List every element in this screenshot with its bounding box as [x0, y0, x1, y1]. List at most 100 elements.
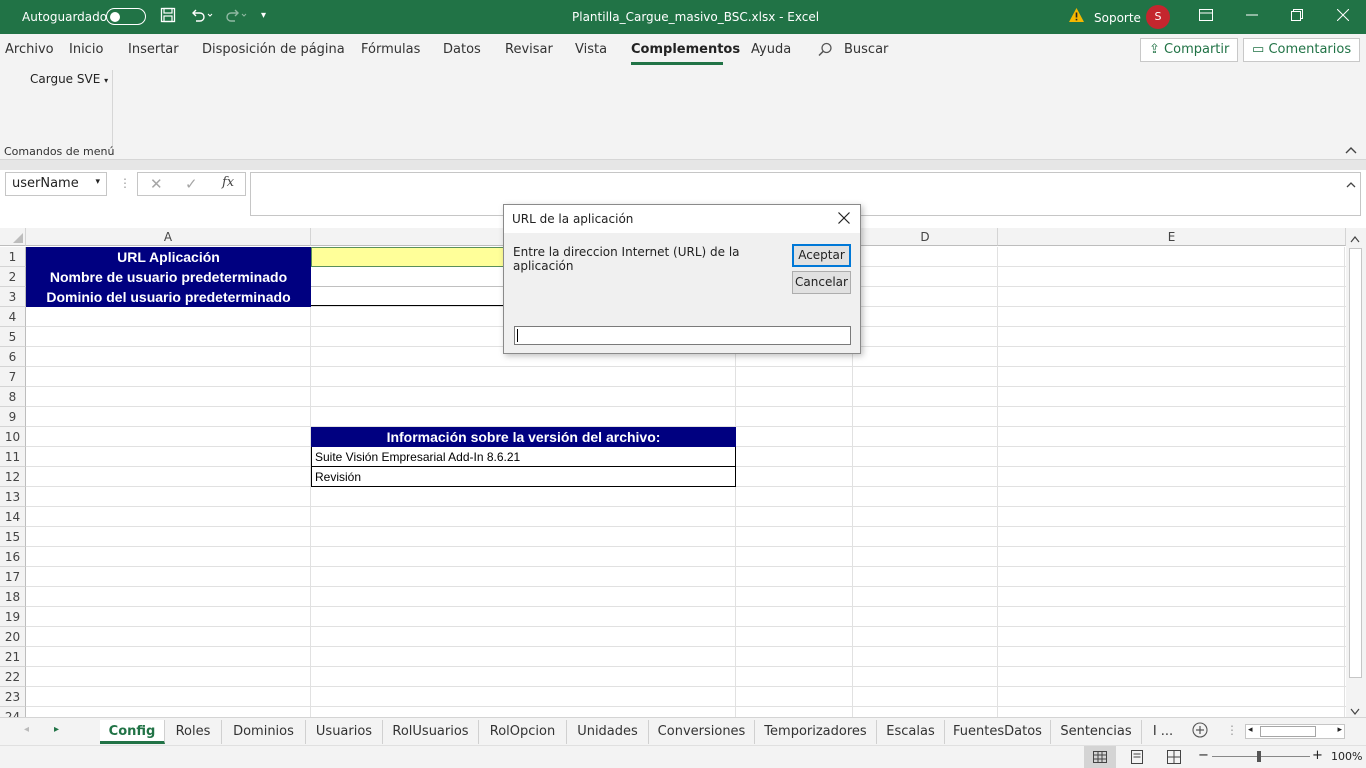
confirm-entry-icon[interactable]: ✓	[185, 175, 198, 193]
sheet-tab-conversiones[interactable]: Conversiones	[649, 720, 755, 744]
sheet-tab-escalas[interactable]: Escalas	[877, 720, 945, 744]
cell-a1[interactable]: URL Aplicación	[26, 247, 311, 267]
menu-formulas[interactable]: Fórmulas	[361, 42, 420, 57]
horizontal-scrollbar[interactable]: ◂ ▸	[1245, 724, 1345, 739]
search-icon[interactable]	[818, 42, 833, 60]
expand-formula-icon[interactable]	[1346, 177, 1356, 191]
cell-b12[interactable]: Revisión	[311, 467, 736, 487]
autosave-toggle[interactable]	[106, 8, 146, 25]
menu-archivo[interactable]: Archivo	[5, 42, 54, 57]
row-header[interactable]: 21	[0, 647, 26, 667]
tab-scroll-left-icon[interactable]: ◂	[24, 724, 29, 735]
sheet-tab-fuentesdatos[interactable]: FuentesDatos	[945, 720, 1051, 744]
scroll-up-icon[interactable]	[1350, 232, 1360, 246]
collapse-ribbon-icon[interactable]	[1345, 144, 1357, 157]
normal-view-icon[interactable]	[1084, 746, 1116, 768]
comments-button[interactable]: ▭ Comentarios	[1243, 38, 1361, 62]
save-icon[interactable]	[160, 7, 176, 27]
select-all-corner[interactable]	[0, 228, 26, 246]
row-header[interactable]: 5	[0, 327, 26, 347]
close-icon[interactable]	[1323, 4, 1363, 30]
menu-disposicion[interactable]: Disposición de página	[202, 42, 345, 57]
sheet-tab-dominios[interactable]: Dominios	[222, 720, 306, 744]
zoom-in-icon[interactable]: +	[1312, 748, 1323, 763]
sheet-tab-rolusuarios[interactable]: RolUsuarios	[383, 720, 479, 744]
row-header[interactable]: 4	[0, 307, 26, 327]
undo-icon[interactable]	[189, 7, 213, 27]
row-header[interactable]: 23	[0, 687, 26, 707]
menu-ayuda[interactable]: Ayuda	[751, 42, 791, 57]
column-header-e[interactable]: E	[998, 228, 1346, 246]
row-header[interactable]: 7	[0, 367, 26, 387]
support-label[interactable]: Soporte	[1094, 11, 1141, 25]
share-button[interactable]: ⇪ Compartir	[1140, 38, 1239, 62]
menu-complementos[interactable]: Complementos	[631, 42, 740, 57]
cancel-entry-icon[interactable]: ✕	[150, 175, 163, 193]
sheet-tab-usuarios[interactable]: Usuarios	[306, 720, 383, 744]
avatar[interactable]: S	[1146, 5, 1170, 29]
cell-a3[interactable]: Dominio del usuario predeterminado	[26, 287, 311, 307]
vertical-scrollbar[interactable]	[1346, 228, 1366, 717]
sheet-tab-temporizadores[interactable]: Temporizadores	[755, 720, 877, 744]
customize-toolbar-icon[interactable]: ▾	[261, 7, 266, 25]
row-header[interactable]: 12	[0, 467, 26, 487]
chevron-down-icon[interactable]: ▾	[95, 177, 100, 187]
menu-revisar[interactable]: Revisar	[505, 42, 553, 57]
tab-scroll-right-icon[interactable]: ▸	[54, 724, 59, 735]
row-header[interactable]: 19	[0, 607, 26, 627]
tab-split-handle-icon[interactable]: ⋮	[1226, 723, 1238, 737]
row-header[interactable]: 10	[0, 427, 26, 447]
row-header[interactable]: 13	[0, 487, 26, 507]
menu-inicio[interactable]: Inicio	[69, 42, 103, 57]
hscroll-left-icon[interactable]: ◂	[1248, 725, 1253, 735]
restore-icon[interactable]	[1277, 4, 1317, 30]
cell-b11[interactable]: Suite Visión Empresarial Add-In 8.6.21	[311, 447, 736, 467]
row-header[interactable]: 22	[0, 667, 26, 687]
row-header[interactable]: 24	[0, 707, 26, 717]
scroll-thumb[interactable]	[1349, 248, 1362, 678]
cargue-sve-dropdown[interactable]: Cargue SVE ▾	[30, 72, 108, 86]
row-header[interactable]: 18	[0, 587, 26, 607]
ok-button[interactable]: Aceptar	[792, 244, 851, 267]
insert-function-icon[interactable]: fx	[222, 175, 234, 190]
sheet-tab-rolopcion[interactable]: RolOpcion	[479, 720, 567, 744]
sheet-tab-unidades[interactable]: Unidades	[567, 720, 649, 744]
hscroll-thumb[interactable]	[1260, 726, 1316, 737]
page-break-view-icon[interactable]	[1167, 750, 1181, 767]
ribbon-display-icon[interactable]	[1186, 4, 1226, 30]
search-label[interactable]: Buscar	[844, 42, 888, 57]
zoom-slider[interactable]	[1212, 756, 1310, 757]
sheet-tab-overflow[interactable]: I ...	[1142, 720, 1184, 744]
add-sheet-icon[interactable]	[1192, 722, 1208, 741]
cell-a2[interactable]: Nombre de usuario predeterminado	[26, 267, 311, 287]
row-header[interactable]: 6	[0, 347, 26, 367]
row-header[interactable]: 2	[0, 267, 26, 287]
name-box[interactable]: userName ▾	[5, 172, 107, 196]
row-header[interactable]: 16	[0, 547, 26, 567]
row-header[interactable]: 15	[0, 527, 26, 547]
url-input[interactable]	[514, 326, 851, 345]
column-header-a[interactable]: A	[26, 228, 311, 246]
row-header[interactable]: 9	[0, 407, 26, 427]
row-header[interactable]: 11	[0, 447, 26, 467]
row-header[interactable]: 8	[0, 387, 26, 407]
zoom-out-icon[interactable]: −	[1198, 748, 1209, 763]
sheet-tab-config[interactable]: Config	[100, 720, 165, 744]
menu-vista[interactable]: Vista	[575, 42, 607, 57]
row-header[interactable]: 1	[0, 247, 26, 267]
row-header[interactable]: 20	[0, 627, 26, 647]
column-header-d[interactable]: D	[853, 228, 998, 246]
cell-b10[interactable]: Información sobre la versión del archivo…	[311, 427, 736, 447]
cancel-button[interactable]: Cancelar	[792, 271, 851, 294]
row-header[interactable]: 14	[0, 507, 26, 527]
sheet-tab-roles[interactable]: Roles	[165, 720, 222, 744]
page-layout-view-icon[interactable]	[1130, 750, 1144, 767]
redo-icon[interactable]	[224, 7, 248, 27]
zoom-slider-thumb[interactable]	[1257, 751, 1261, 762]
row-header[interactable]: 17	[0, 567, 26, 587]
hscroll-right-icon[interactable]: ▸	[1337, 725, 1342, 735]
dialog-close-icon[interactable]	[834, 209, 854, 229]
row-header[interactable]: 3	[0, 287, 26, 307]
minimize-icon[interactable]	[1232, 4, 1272, 30]
sheet-tab-sentencias[interactable]: Sentencias	[1051, 720, 1142, 744]
